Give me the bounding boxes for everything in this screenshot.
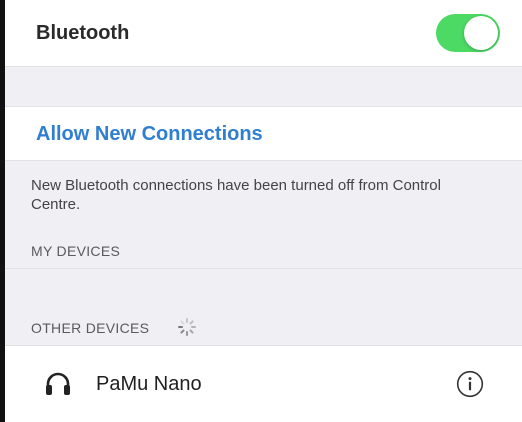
section-gap: [5, 67, 522, 107]
toggle-knob: [464, 16, 498, 50]
section-divider: [5, 268, 522, 269]
my-devices-header: MY DEVICES: [31, 243, 121, 259]
headphones-icon: [46, 372, 70, 395]
device-row[interactable]: PaMu Nano: [5, 345, 522, 422]
device-name: PaMu Nano: [96, 373, 202, 395]
bluetooth-toggle[interactable]: [436, 14, 500, 52]
info-icon[interactable]: [456, 370, 484, 398]
bluetooth-settings-screen: Bluetooth Allow New Connections New Blue…: [0, 0, 522, 422]
bluetooth-label: Bluetooth: [36, 22, 130, 44]
allow-new-connections-row[interactable]: Allow New Connections: [5, 107, 522, 161]
bluetooth-row: Bluetooth: [5, 0, 522, 67]
connections-notice: New Bluetooth connections have been turn…: [31, 177, 441, 213]
allow-new-connections-label[interactable]: Allow New Connections: [36, 123, 263, 146]
other-devices-header: OTHER DEVICES: [31, 320, 150, 336]
loading-spinner-icon: [178, 318, 196, 336]
